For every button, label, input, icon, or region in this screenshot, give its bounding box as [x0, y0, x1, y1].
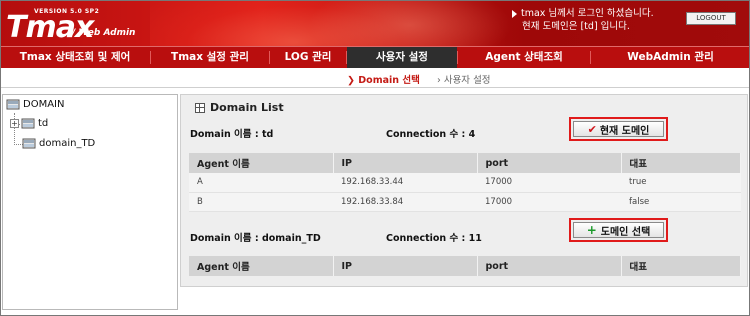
col-port: port: [477, 153, 622, 173]
select-domain-button[interactable]: + 도메인 선택: [573, 222, 664, 238]
nav-user-settings[interactable]: 사용자 설정: [347, 47, 457, 68]
database-icon: [6, 99, 20, 110]
tree-node-domain-root[interactable]: DOMAIN: [6, 98, 64, 111]
webadmin-logo-sub: / Web Admin: [72, 28, 136, 38]
agent-table-domain-td: Agent 이름 IP port 대표: [189, 256, 741, 276]
current-domain-button[interactable]: ✔ 현재 도메인: [573, 121, 664, 137]
highlight-box: + 도메인 선택: [569, 218, 668, 242]
nav-tmax-config[interactable]: Tmax 설정 관리: [151, 47, 269, 68]
col-agent-name: Agent 이름: [189, 153, 334, 173]
arrow-bullet-icon: [512, 9, 517, 18]
nav-agent-status[interactable]: Agent 상태조회: [458, 47, 590, 68]
cell-ip: 192.168.33.84: [333, 192, 477, 212]
domain-name-label: Domain 이름 : td: [190, 129, 274, 140]
select-domain-button-label: 도메인 선택: [600, 226, 651, 238]
main-nav: Tmax 상태조회 및 제어 Tmax 설정 관리 LOG 관리 사용자 설정 …: [0, 46, 750, 68]
tree-node-label: domain_TD: [39, 138, 96, 149]
connection-count-label: Connection 수 : 4: [386, 129, 476, 140]
col-port: port: [477, 256, 622, 276]
panel-title-text: Domain List: [210, 101, 284, 114]
domain-list-panel: Domain List Domain 이름 : td Connection 수 …: [180, 94, 748, 287]
domain-tree: DOMAIN + td domain_TD: [2, 94, 178, 310]
login-user-text: tmax 님께서 로그인 하셨습니다.: [521, 8, 654, 19]
database-icon: [22, 138, 36, 149]
table-row: A 192.168.33.44 17000 true: [189, 173, 741, 193]
cell-agent-name: B: [189, 192, 333, 212]
table-header-row: Agent 이름 IP port 대표: [189, 256, 741, 276]
col-ip: IP: [333, 153, 478, 173]
col-ip: IP: [333, 256, 478, 276]
cell-port: 17000: [477, 192, 621, 212]
database-icon: [21, 118, 35, 129]
logout-button[interactable]: LOGOUT: [686, 12, 736, 25]
tree-node-label: DOMAIN: [23, 99, 65, 110]
tree-node-td[interactable]: + td: [10, 117, 48, 130]
cell-port: 17000: [477, 173, 621, 193]
chevron-right-icon: ❯: [347, 75, 359, 86]
expand-plus-icon[interactable]: +: [10, 119, 19, 128]
col-agent-name: Agent 이름: [189, 256, 334, 276]
chevron-right-icon: ›: [437, 75, 444, 86]
nav-tmax-status[interactable]: Tmax 상태조회 및 제어: [0, 47, 150, 68]
current-domain-button-label: 현재 도메인: [599, 125, 650, 137]
tree-node-domain-td[interactable]: domain_TD: [22, 137, 95, 150]
table-row: B 192.168.33.84 17000 false: [189, 192, 741, 212]
subnav-user-settings-label: 사용자 설정: [443, 75, 491, 86]
cell-ip: 192.168.33.44: [333, 173, 477, 193]
grid-icon: [195, 102, 205, 113]
nav-log-manage[interactable]: LOG 관리: [270, 47, 346, 68]
cell-representative: false: [621, 192, 741, 212]
app-header: VERSION 5.0 SP2 Tmax / Web Admin tmax 님께…: [0, 0, 750, 46]
plus-icon: +: [586, 223, 597, 237]
agent-table-td: Agent 이름 IP port 대표 A 192.168.33.44 1700…: [189, 153, 741, 212]
table-header-row: Agent 이름 IP port 대표: [189, 153, 741, 173]
cell-agent-name: A: [189, 173, 333, 193]
highlight-box: ✔ 현재 도메인: [569, 117, 668, 141]
col-representative: 대표: [621, 153, 741, 173]
connection-count-label: Connection 수 : 11: [386, 233, 482, 244]
header-decoration-highlight: [300, 0, 520, 46]
col-representative: 대표: [621, 256, 741, 276]
checkmark-icon: ✔: [587, 122, 597, 136]
subnav-user-settings[interactable]: › 사용자 설정: [437, 72, 491, 86]
sub-nav: ❯ Domain 선택 › 사용자 설정: [0, 68, 750, 88]
cell-representative: true: [621, 173, 741, 193]
subnav-domain-select-label: Domain 선택: [358, 75, 420, 86]
nav-webadmin-manage[interactable]: WebAdmin 관리: [591, 47, 750, 68]
panel-title: Domain List: [195, 101, 284, 114]
subnav-domain-select[interactable]: ❯ Domain 선택: [347, 72, 420, 86]
tree-node-label: td: [38, 118, 49, 129]
domain-name-label: Domain 이름 : domain_TD: [190, 233, 321, 244]
